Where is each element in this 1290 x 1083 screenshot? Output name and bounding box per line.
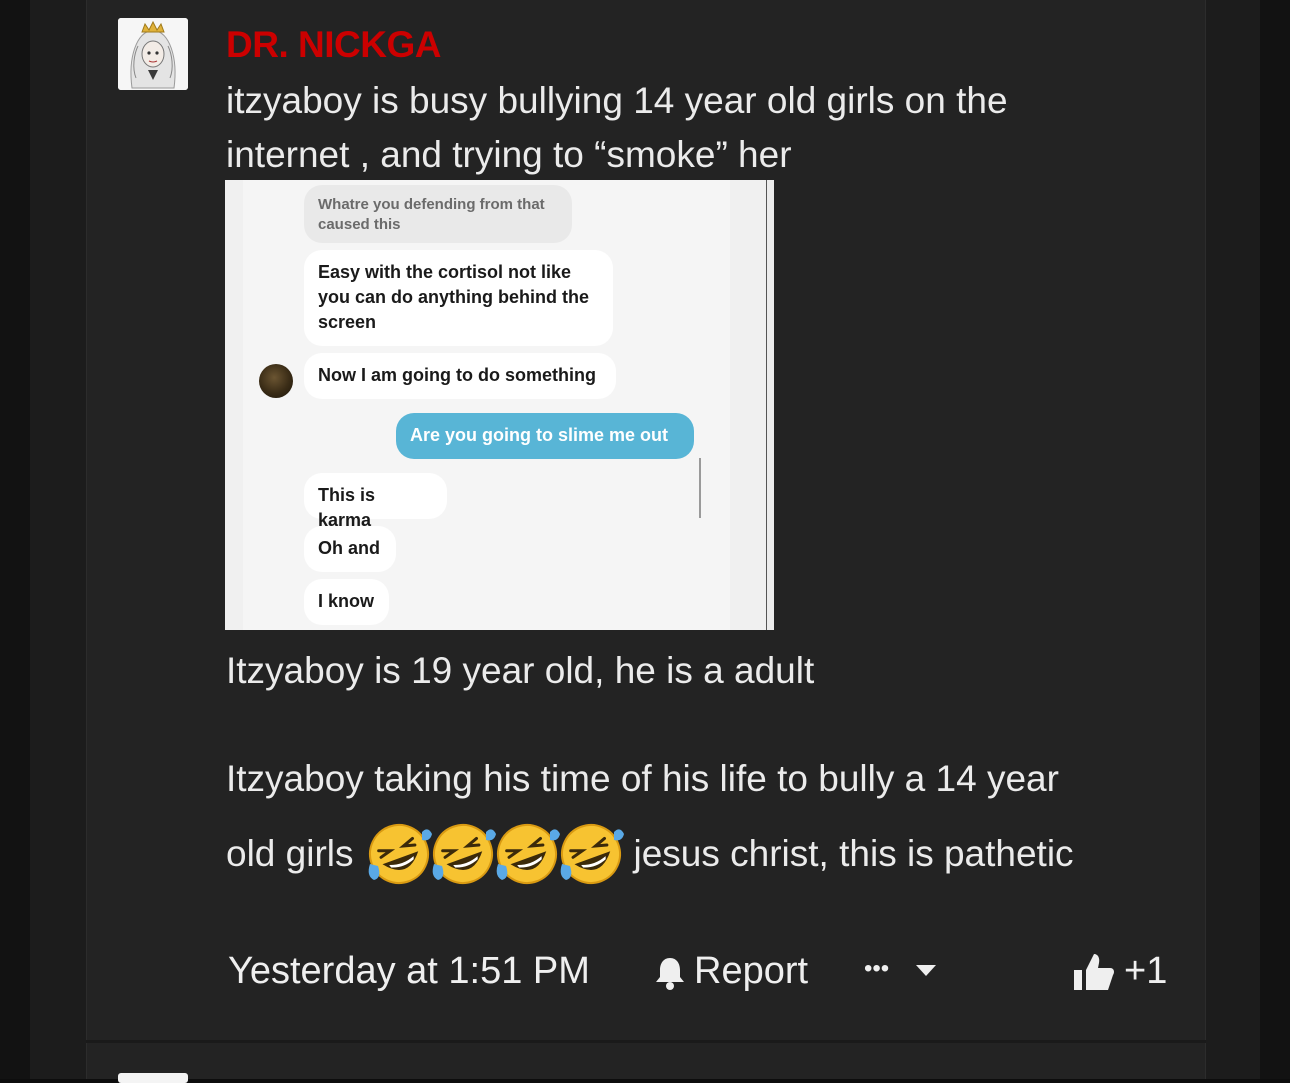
- emoji-group: [364, 820, 626, 888]
- chat-message-received: Oh and: [304, 526, 396, 572]
- rolling-on-floor-laughing-emoji: [432, 824, 496, 884]
- chat-message-received: Easy with the cortisol not like you can …: [304, 250, 613, 346]
- post-text-line: Itzyaboy is 19 year old, he is a adult: [226, 650, 815, 691]
- like-count[interactable]: +1: [1124, 950, 1167, 993]
- chevron-down-icon[interactable]: [914, 962, 938, 978]
- chat-scrollbar[interactable]: [699, 458, 701, 518]
- chat-message-text: you can do anything behind the: [318, 287, 590, 307]
- chat-message-received: Now I am going to do something: [304, 353, 616, 399]
- right-margin: [1260, 0, 1290, 1079]
- rolling-on-floor-laughing-emoji: [560, 824, 624, 884]
- rolling-on-floor-laughing-emoji: [368, 824, 432, 884]
- more-options-icon[interactable]: •••: [864, 955, 889, 983]
- post-text-fragment: jesus christ, this is pathetic: [633, 833, 1074, 874]
- screenshot-edge: [766, 180, 774, 630]
- post-text-fragment: old girls: [226, 833, 354, 874]
- post-username[interactable]: DR. NICKGA: [226, 24, 441, 66]
- chat-message-text: caused this: [318, 216, 401, 233]
- report-button[interactable]: Report: [694, 950, 808, 993]
- post-timestamp-link[interactable]: Yesterday at 1:51 PM: [228, 950, 590, 993]
- chat-message-text: Are you going to slime me out: [410, 425, 669, 445]
- post-text-line: internet , and trying to “smoke” her: [226, 134, 792, 175]
- chat-message-received: Whatre you defending from that caused th…: [304, 185, 572, 243]
- thumbs-up-icon[interactable]: [1072, 950, 1116, 994]
- chat-message-text: Easy with the cortisol not like: [318, 262, 572, 282]
- chat-message-sent: Are you going to slime me out: [396, 413, 694, 459]
- attached-screenshot-image[interactable]: Whatre you defending from that caused th…: [225, 180, 774, 630]
- chat-message-text: This is karma: [318, 485, 376, 530]
- bell-icon[interactable]: [654, 955, 686, 991]
- chat-message-received: This is karma: [304, 473, 447, 530]
- rolling-on-floor-laughing-emoji: [496, 824, 560, 884]
- chat-message-text: Now I am going to do something: [318, 365, 596, 385]
- chat-contact-avatar: [259, 364, 293, 398]
- post-text-line: Itzyaboy taking his time of his life to …: [226, 758, 1059, 799]
- chat-message-text: I know: [318, 591, 375, 611]
- post-text-line: old girls jesus christ, this is pathetic: [226, 820, 1074, 888]
- chat-message-text: Oh and: [318, 538, 380, 558]
- post-text-line: itzyaboy is busy bullying 14 year old gi…: [226, 80, 1008, 121]
- left-margin: [0, 0, 30, 1079]
- next-post-avatar[interactable]: [118, 1073, 188, 1083]
- chat-message-text: Whatre you defending from that: [318, 196, 545, 213]
- user-avatar[interactable]: [118, 18, 188, 90]
- chat-message-received: I know: [304, 579, 389, 625]
- next-post-card: [86, 1043, 1206, 1079]
- chat-message-text: screen: [318, 312, 377, 332]
